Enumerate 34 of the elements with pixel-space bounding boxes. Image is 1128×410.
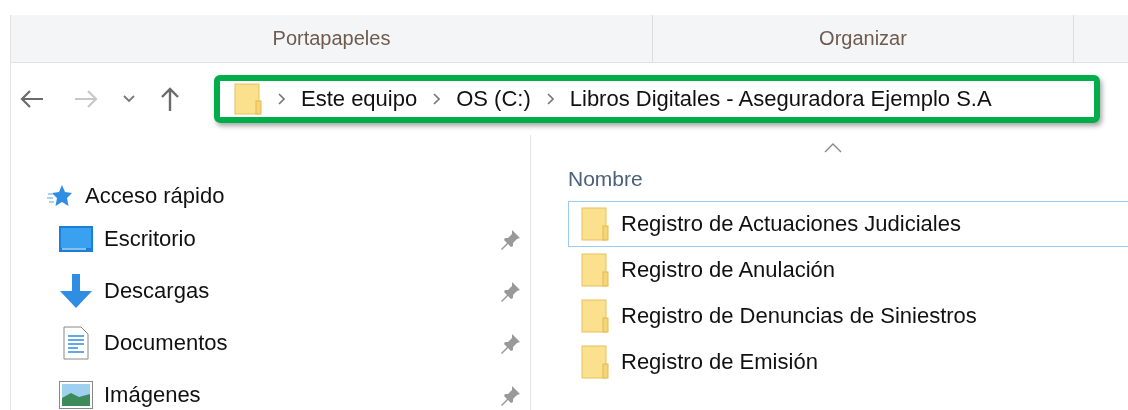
sidebar-item[interactable]: Escritorio <box>104 226 500 252</box>
sidebar-item[interactable]: Documentos <box>104 330 500 356</box>
chevron-icon <box>433 93 441 105</box>
pin-icon[interactable] <box>500 332 522 354</box>
folder-icon <box>581 345 609 379</box>
folder-icon <box>581 207 609 241</box>
ribbon-group-label: Portapapeles <box>272 27 391 50</box>
file-row[interactable]: Registro de Denuncias de Siniestros <box>568 293 1128 339</box>
download-arrow-icon <box>59 274 93 308</box>
desktop-icon <box>59 226 93 252</box>
file-row[interactable]: Registro de Actuaciones Judiciales <box>568 201 1128 247</box>
folder-icon <box>234 83 262 115</box>
breadcrumb[interactable]: Libros Digitales - Aseguradora Ejemplo S.A <box>569 86 992 112</box>
ribbon-group-label: Organizar <box>819 27 907 50</box>
address-bar[interactable]: Este equipo OS (C:) Libros Digitales - Aseguradora Ejemplo S.A <box>214 75 1100 123</box>
column-header[interactable]: Nombre <box>568 167 643 190</box>
up-arrow-icon[interactable] <box>159 86 181 112</box>
chevron-icon <box>278 93 285 105</box>
pin-icon[interactable] <box>500 384 522 406</box>
sidebar-item[interactable]: Imágenes <box>104 382 500 408</box>
file-row[interactable]: Registro de Anulación <box>568 247 1128 293</box>
chevron-icon <box>546 93 554 105</box>
pin-icon[interactable] <box>500 280 522 302</box>
file-row[interactable]: Registro de Emisión <box>568 339 1128 385</box>
star-icon <box>47 184 73 208</box>
pin-icon[interactable] <box>500 228 522 250</box>
folder-icon <box>581 299 609 333</box>
sidebar-item[interactable]: Descargas <box>104 278 500 304</box>
back-icon[interactable] <box>19 88 45 110</box>
dropdown-caret-icon[interactable] <box>123 95 135 103</box>
folder-icon <box>581 253 609 287</box>
breadcrumb[interactable]: Este equipo <box>301 86 418 112</box>
breadcrumb[interactable]: OS (C:) <box>456 86 531 112</box>
quick-access-label[interactable]: Acceso rápido <box>85 183 225 209</box>
